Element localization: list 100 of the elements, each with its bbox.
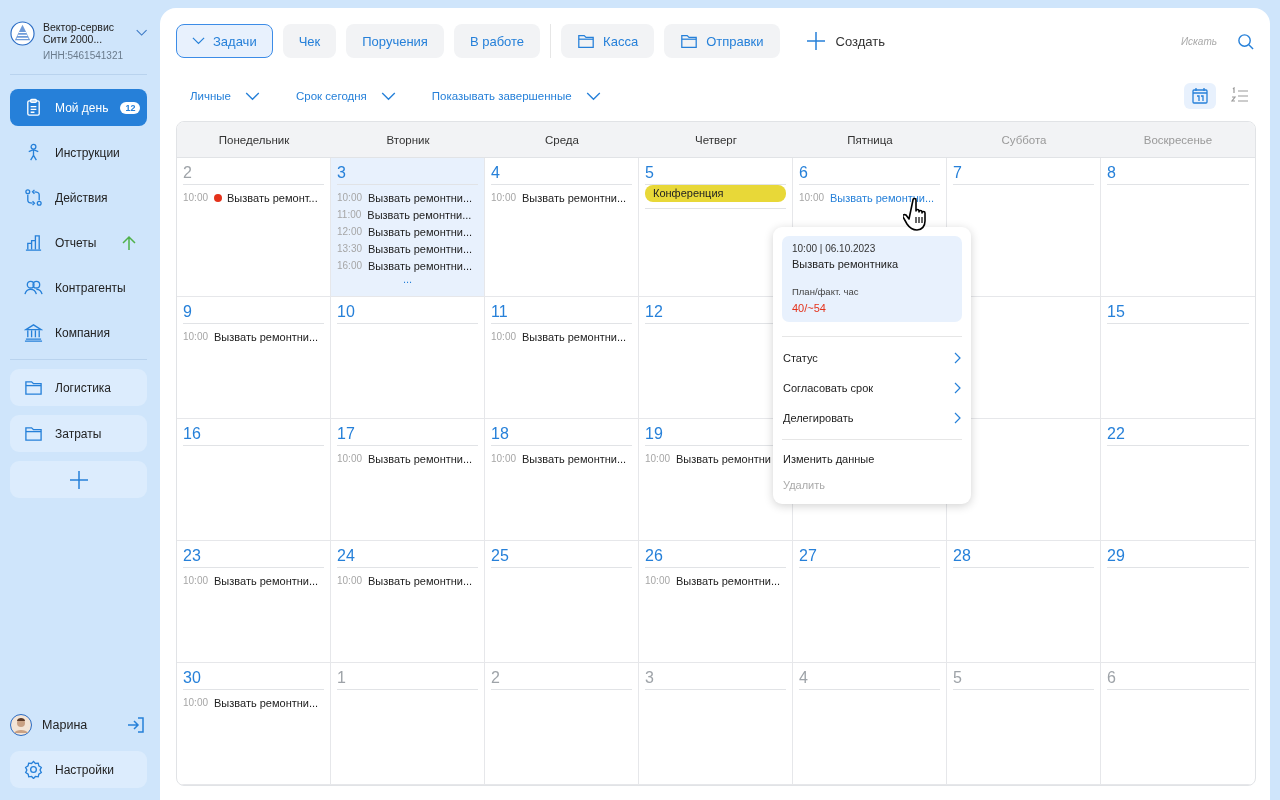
- weekday-header: Понедельник: [177, 122, 331, 158]
- tab[interactable]: Чек: [282, 24, 337, 58]
- event-title[interactable]: Вызвать ремонтни...: [214, 330, 319, 343]
- filter-dropdown[interactable]: Показывать завершенные: [431, 90, 601, 102]
- event-time: 10:00: [645, 575, 671, 586]
- folder-item[interactable]: Затраты: [10, 415, 147, 452]
- event-title[interactable]: Вызвать ремонтни...: [368, 452, 473, 465]
- logo-icon: [10, 21, 35, 46]
- search-icon[interactable]: [1237, 32, 1254, 50]
- folder-icon: [24, 378, 43, 397]
- event-title[interactable]: Вызвать ремонтни...: [522, 191, 627, 204]
- tab[interactable]: Задачи: [176, 24, 273, 58]
- day-number: 12: [645, 302, 663, 322]
- event-title[interactable]: Вызвать ремонтни...: [367, 208, 472, 221]
- settings-item[interactable]: Настройки: [10, 751, 147, 788]
- day-number: 8: [1107, 163, 1116, 183]
- filter-dropdown[interactable]: Срок сегодня: [296, 90, 396, 102]
- day-number: 2: [491, 668, 500, 688]
- day-number: 16: [183, 424, 201, 444]
- tab[interactable]: Отправки: [664, 24, 780, 58]
- event-title[interactable]: Вызвать ремонтни...: [830, 191, 935, 204]
- count-badge: 12: [120, 101, 141, 114]
- menu-item[interactable]: Делегировать: [782, 403, 962, 433]
- day-number: 24: [337, 546, 355, 566]
- day-number: 25: [491, 546, 509, 566]
- event-title[interactable]: Вызвать ремонтни...: [214, 574, 319, 587]
- weekday-header: Вторник: [331, 122, 485, 158]
- user-name: Марина: [42, 718, 89, 732]
- folder-item[interactable]: Логистика: [10, 369, 147, 406]
- day-number: 3: [645, 668, 654, 688]
- day-number: 6: [799, 163, 808, 183]
- chevron-right-icon: [954, 382, 961, 394]
- event-time: 10:00: [799, 192, 825, 203]
- day-number: 5: [645, 163, 654, 183]
- logout-icon[interactable]: [127, 716, 145, 734]
- flow-icon: [24, 188, 43, 207]
- folder-icon: [24, 424, 43, 443]
- nav-item[interactable]: Инструкции: [10, 134, 147, 171]
- event-time: 11:00: [337, 209, 362, 220]
- day-number: 6: [1107, 668, 1116, 688]
- event-title[interactable]: Вызвать ремонтни...: [522, 330, 627, 343]
- calendar-icon: [1191, 87, 1209, 105]
- hours-label: План/факт. час: [792, 286, 859, 297]
- day-number: 4: [799, 668, 808, 688]
- event-name: Вызвать ремонтника: [792, 258, 899, 270]
- plus-icon: [805, 31, 826, 51]
- menu-item[interactable]: Статус: [782, 343, 962, 373]
- folder-icon: [680, 32, 699, 50]
- folder-icon: [577, 32, 596, 50]
- event-title[interactable]: Вызвать ремонтни...: [368, 191, 473, 204]
- nav-item[interactable]: Компания: [10, 314, 147, 351]
- day-number: 9: [183, 302, 192, 322]
- people-icon: [24, 278, 43, 297]
- tax-id: ИНН:5461541321: [43, 50, 125, 61]
- event-time: 10:00: [183, 697, 209, 708]
- calendar-view-button[interactable]: [1184, 83, 1216, 109]
- clipboard-icon: [24, 98, 43, 117]
- event-title[interactable]: Вызвать ремонтни...: [214, 696, 319, 709]
- bank-icon: [24, 323, 43, 342]
- nav-item[interactable]: Действия: [10, 179, 147, 216]
- event-title[interactable]: Вызвать ремонтни...: [368, 574, 473, 587]
- nav-item[interactable]: Мой день 12: [10, 89, 147, 126]
- event-title[interactable]: Вызвать ремонтни...: [676, 574, 781, 587]
- tab[interactable]: Поручения: [346, 24, 444, 58]
- chevron-down-icon: [135, 29, 147, 37]
- nav-item[interactable]: Контрагенты: [10, 269, 147, 306]
- day-number: 10: [337, 302, 355, 322]
- event-tag[interactable]: Конференция: [645, 185, 786, 202]
- event-title[interactable]: Вызвать ремонтни...: [368, 259, 473, 272]
- day-number: 4: [491, 163, 500, 183]
- menu-item[interactable]: Изменить данные: [782, 446, 962, 472]
- event-time: 10:00: [337, 192, 363, 203]
- bar-chart-icon: [24, 233, 43, 252]
- event-time: 10:00: [491, 453, 517, 464]
- event-time: 10:00: [183, 575, 209, 586]
- weekday-header: Четверг: [639, 122, 793, 158]
- numbered-list-icon: [1231, 87, 1249, 105]
- tab[interactable]: Касса: [561, 24, 655, 58]
- day-number: 7: [953, 163, 962, 183]
- search-field[interactable]: Искать: [1175, 34, 1219, 48]
- day-number: 19: [645, 424, 663, 444]
- weekday-header: Суббота: [947, 122, 1101, 158]
- event-title[interactable]: Вызвать ремонтни...: [522, 452, 627, 465]
- more-link[interactable]: ...: [337, 274, 478, 284]
- create-button[interactable]: Создать: [801, 24, 889, 58]
- event-title[interactable]: Вызвать ремонт...: [227, 191, 318, 204]
- chevron-right-icon: [954, 352, 961, 364]
- event-title[interactable]: Вызвать ремонтни...: [368, 242, 473, 255]
- filter-dropdown[interactable]: Личные: [190, 90, 260, 102]
- company-name: Вектор-сервис Сити 2000...: [43, 21, 116, 45]
- day-number: 5: [953, 668, 962, 688]
- nav-item[interactable]: Отчеты: [10, 224, 147, 261]
- event-title[interactable]: Вызвать ремонтни...: [368, 225, 473, 238]
- tab[interactable]: В работе: [453, 24, 541, 58]
- event-time: 10:00: [337, 575, 363, 586]
- avatar[interactable]: [10, 714, 32, 736]
- menu-item[interactable]: Согласовать срок: [782, 373, 962, 403]
- event-title[interactable]: Вызвать ремонтни: [676, 452, 771, 465]
- day-number: 26: [645, 546, 663, 566]
- day-number: 11: [491, 302, 508, 322]
